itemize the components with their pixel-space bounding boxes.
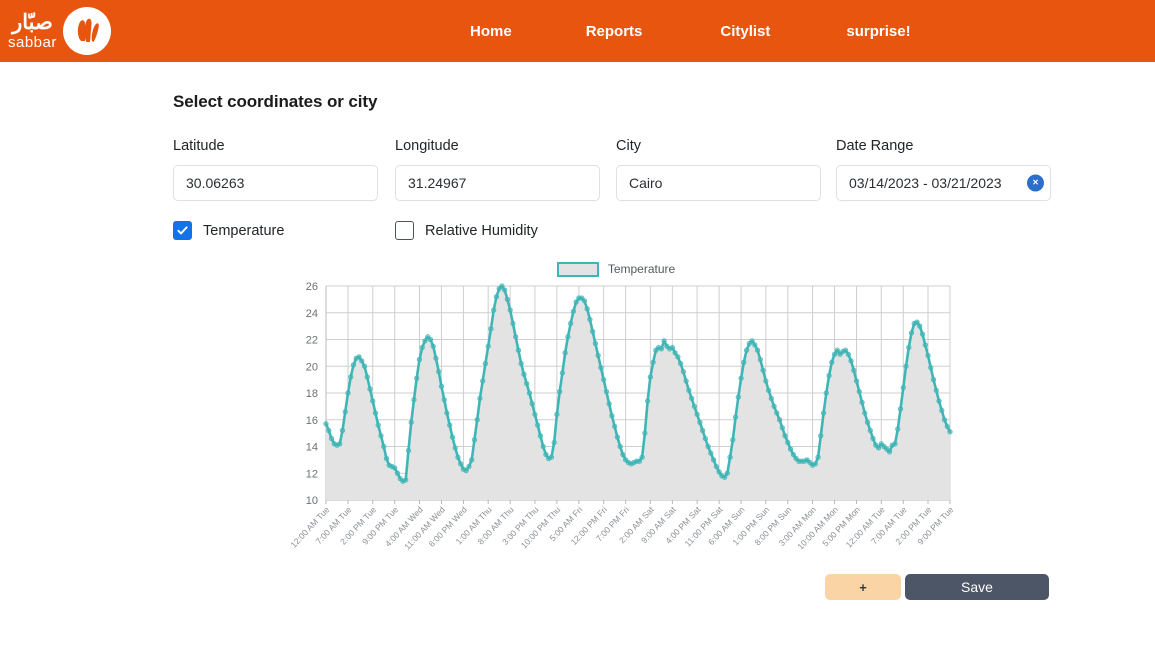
longitude-input[interactable]: 31.24967 [395,165,600,201]
chart-legend: Temperature [274,258,958,280]
action-button-row: + Save [173,574,1155,600]
svg-text:24: 24 [306,308,318,320]
checkbox-temperature-box[interactable] [173,221,192,240]
city-label: City [616,138,641,154]
temperature-chart: Temperature 10 12 14 16 18 20 22 24 26 12:00 AM T… [278,258,958,568]
nav-item-citylist[interactable]: Citylist [720,17,770,46]
checkbox-relative-humidity-box[interactable] [395,221,414,240]
svg-text:16: 16 [306,415,318,427]
longitude-label: Longitude [395,138,459,154]
svg-text:20: 20 [306,361,318,373]
date-range-field-group: Date Range 03/14/2023 - 03/21/2023 × [836,138,1051,201]
checkbox-temperature-label: Temperature [203,222,285,239]
svg-text:14: 14 [306,442,318,454]
brand-logo[interactable]: صبّار sabbar [0,7,111,55]
checkbox-relative-humidity-label: Relative Humidity [425,222,538,239]
brand-name-latin: sabbar [8,34,57,51]
city-field-group: City Cairo [616,138,821,201]
svg-text:26: 26 [306,281,318,293]
date-range-label: Date Range [836,138,914,154]
latitude-label: Latitude [173,138,225,154]
checkbox-temperature[interactable]: Temperature [173,221,395,240]
city-input[interactable]: Cairo [616,165,821,201]
latitude-input[interactable]: 30.06263 [173,165,378,201]
latitude-field-group: Latitude 30.06263 [173,138,378,201]
date-range-input[interactable]: 03/14/2023 - 03/21/2023 × [836,165,1051,201]
svg-text:10: 10 [306,495,318,507]
page-content: Select coordinates or city Latitude 30.0… [0,92,1155,600]
top-navbar: صبّار sabbar Home Reports Citylist surpr… [0,0,1155,62]
date-range-value: 03/14/2023 - 03/21/2023 [849,175,1002,191]
checkbox-relative-humidity[interactable]: Relative Humidity [395,221,538,240]
svg-text:12: 12 [306,468,318,480]
nav-links: Home Reports Citylist surprise! [470,17,911,46]
page-title: Select coordinates or city [173,92,378,111]
metric-checkbox-row: Temperature Relative Humidity [173,221,1155,240]
nav-item-reports[interactable]: Reports [586,17,643,46]
coordinates-form: Latitude 30.06263 Longitude 31.24967 Cit… [173,138,1155,201]
check-icon [177,226,188,235]
close-icon[interactable]: × [1027,174,1044,192]
brand-name-arabic: صبّار [12,11,53,34]
save-button[interactable]: Save [905,574,1049,600]
brand-text: صبّار sabbar [8,12,57,50]
legend-label-temperature: Temperature [607,262,676,276]
longitude-field-group: Longitude 31.24967 [395,138,600,201]
add-button[interactable]: + [825,574,901,600]
svg-text:18: 18 [306,388,318,400]
chart-canvas: 10121416182022242612:00 AM Tue7:00 AM Tu… [288,281,955,552]
svg-text:22: 22 [306,335,318,347]
sabbar-cactus-logo-icon [62,7,111,55]
legend-swatch-temperature [556,261,599,277]
nav-item-home[interactable]: Home [470,17,512,46]
nav-item-surprise[interactable]: surprise! [846,17,910,46]
